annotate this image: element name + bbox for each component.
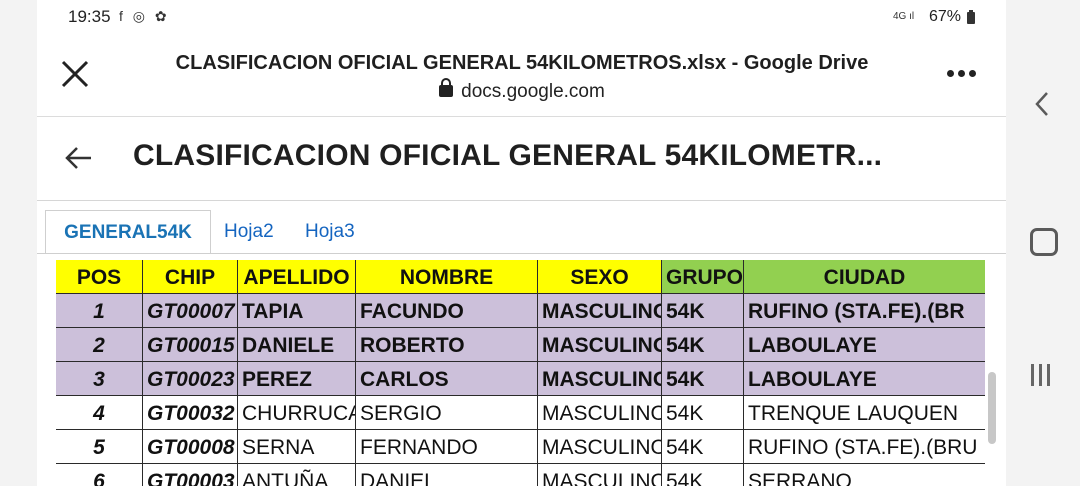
cell-sexo[interactable]: MASCULINO bbox=[538, 396, 662, 429]
cell-chip[interactable]: GT00023 bbox=[143, 362, 238, 395]
cell-apellido[interactable]: DANIELE bbox=[238, 328, 356, 361]
viewer-divider bbox=[37, 200, 1006, 201]
table-row[interactable]: 5 GT00008 SERNA FERNANDO MASCULINO 54K R… bbox=[56, 430, 985, 463]
cell-pos[interactable]: 3 bbox=[56, 362, 143, 395]
close-icon bbox=[61, 60, 89, 88]
browser-doc-title: CLASIFICACION OFICIAL GENERAL 54KILOMETR… bbox=[175, 52, 869, 74]
vertical-scrollbar[interactable] bbox=[988, 372, 996, 444]
spreadsheet-grid[interactable]: POS CHIP APELLIDO NOMBRE SEXO GRUPO CIUD… bbox=[56, 256, 985, 486]
cell-chip[interactable]: GT00007 bbox=[143, 294, 238, 327]
cell-pos[interactable]: 6 bbox=[56, 464, 143, 486]
header-chip[interactable]: CHIP bbox=[143, 260, 238, 293]
cell-grupo[interactable]: 54K bbox=[662, 464, 744, 486]
cell-grupo[interactable]: 54K bbox=[662, 328, 744, 361]
status-bar: 19:35 f ◎ ✿ 4G ıl 67% bbox=[37, 0, 1006, 36]
cell-nombre[interactable]: FERNANDO bbox=[356, 430, 538, 463]
table-row[interactable]: 2 GT00015 DANIELE ROBERTO MASCULINO 54K … bbox=[56, 328, 985, 361]
header-pos[interactable]: POS bbox=[56, 260, 143, 293]
nav-recents-button[interactable] bbox=[1031, 364, 1055, 388]
more-vert-icon bbox=[947, 70, 954, 77]
cell-nombre[interactable]: CARLOS bbox=[356, 362, 538, 395]
cell-sexo[interactable]: MASCULINO bbox=[538, 294, 662, 327]
tab-hoja3[interactable]: Hoja3 bbox=[305, 210, 355, 252]
url-bar[interactable]: docs.google.com bbox=[147, 78, 897, 103]
battery-icon bbox=[967, 10, 975, 24]
header-apellido[interactable]: APELLIDO bbox=[238, 260, 356, 293]
cell-pos[interactable]: 2 bbox=[56, 328, 143, 361]
table-row[interactable]: 3 GT00023 PEREZ CARLOS MASCULINO 54K LAB… bbox=[56, 362, 985, 395]
cell-chip[interactable]: GT00015 bbox=[143, 328, 238, 361]
viewer-title: CLASIFICACION OFICIAL GENERAL 54KILOMETR… bbox=[133, 139, 883, 172]
battery-percent: 67% bbox=[929, 8, 962, 25]
cell-grupo[interactable]: 54K bbox=[662, 362, 744, 395]
table-header-row: POS CHIP APELLIDO NOMBRE SEXO GRUPO CIUD… bbox=[56, 260, 985, 293]
tab-general54k[interactable]: GENERAL54K bbox=[45, 210, 211, 253]
cell-nombre[interactable]: SERGIO bbox=[356, 396, 538, 429]
cell-pos[interactable]: 5 bbox=[56, 430, 143, 463]
cell-grupo[interactable]: 54K bbox=[662, 294, 744, 327]
recents-icon bbox=[1031, 364, 1034, 386]
cell-apellido[interactable]: CHURRUCA bbox=[238, 396, 356, 429]
tabs-divider bbox=[37, 253, 1006, 254]
cell-ciudad[interactable]: RUFINO (STA.FE).(BRU bbox=[744, 430, 985, 463]
lock-icon bbox=[439, 78, 454, 97]
cell-apellido[interactable]: TAPIA bbox=[238, 294, 356, 327]
cell-apellido[interactable]: PEREZ bbox=[238, 362, 356, 395]
signal-icon: 4G ıl bbox=[893, 11, 915, 22]
more-dot bbox=[969, 70, 976, 77]
close-button[interactable] bbox=[57, 56, 93, 92]
header-ciudad[interactable]: CIUDAD bbox=[744, 260, 985, 293]
cell-apellido[interactable]: ANTUÑA bbox=[238, 464, 356, 486]
chevron-left-icon bbox=[1035, 92, 1048, 116]
nav-back-button[interactable] bbox=[1030, 90, 1054, 118]
cell-chip[interactable]: GT00032 bbox=[143, 396, 238, 429]
cell-sexo[interactable]: MASCULINO bbox=[538, 328, 662, 361]
cell-pos[interactable]: 4 bbox=[56, 396, 143, 429]
back-button[interactable] bbox=[63, 142, 95, 174]
url-text: docs.google.com bbox=[461, 81, 605, 102]
header-sexo[interactable]: SEXO bbox=[538, 260, 662, 293]
recents-bar bbox=[1047, 364, 1050, 386]
notification-icons: f ◎ ✿ bbox=[119, 8, 170, 24]
cell-ciudad[interactable]: LABOULAYE bbox=[744, 362, 985, 395]
recents-bar bbox=[1039, 364, 1042, 386]
cell-apellido[interactable]: SERNA bbox=[238, 430, 356, 463]
more-dot bbox=[958, 70, 965, 77]
cell-nombre[interactable]: DANIEL bbox=[356, 464, 538, 486]
cell-pos[interactable]: 1 bbox=[56, 294, 143, 327]
status-time: 19:35 bbox=[68, 7, 111, 26]
table-row[interactable]: 4 GT00032 CHURRUCA SERGIO MASCULINO 54K … bbox=[56, 396, 985, 429]
cell-ciudad[interactable]: SERRANO bbox=[744, 464, 985, 486]
cell-nombre[interactable]: ROBERTO bbox=[356, 328, 538, 361]
cell-grupo[interactable]: 54K bbox=[662, 396, 744, 429]
tab-hoja2[interactable]: Hoja2 bbox=[224, 210, 274, 252]
header-grupo[interactable]: GRUPO bbox=[662, 260, 744, 293]
nav-home-button[interactable] bbox=[1030, 228, 1058, 256]
cell-sexo[interactable]: MASCULINO bbox=[538, 430, 662, 463]
cell-ciudad[interactable]: TRENQUE LAUQUEN bbox=[744, 396, 985, 429]
cell-chip[interactable]: GT00008 bbox=[143, 430, 238, 463]
header-divider bbox=[37, 116, 1006, 117]
cell-ciudad[interactable]: LABOULAYE bbox=[744, 328, 985, 361]
browser-screen: 19:35 f ◎ ✿ 4G ıl 67% CLASIFICACION OFIC… bbox=[37, 0, 1006, 486]
table-row[interactable]: 6 GT00003 ANTUÑA DANIEL MASCULINO 54K SE… bbox=[56, 464, 985, 486]
cell-nombre[interactable]: FACUNDO bbox=[356, 294, 538, 327]
cell-sexo[interactable]: MASCULINO bbox=[538, 362, 662, 395]
more-options-button[interactable] bbox=[947, 64, 987, 84]
arrow-back-icon bbox=[65, 147, 91, 169]
cell-chip[interactable]: GT00003 bbox=[143, 464, 238, 486]
cell-sexo[interactable]: MASCULINO bbox=[538, 464, 662, 486]
cell-grupo[interactable]: 54K bbox=[662, 430, 744, 463]
header-nombre[interactable]: NOMBRE bbox=[356, 260, 538, 293]
cell-ciudad[interactable]: RUFINO (STA.FE).(BR bbox=[744, 294, 985, 327]
table-row[interactable]: 1 GT00007 TAPIA FACUNDO MASCULINO 54K RU… bbox=[56, 294, 985, 327]
